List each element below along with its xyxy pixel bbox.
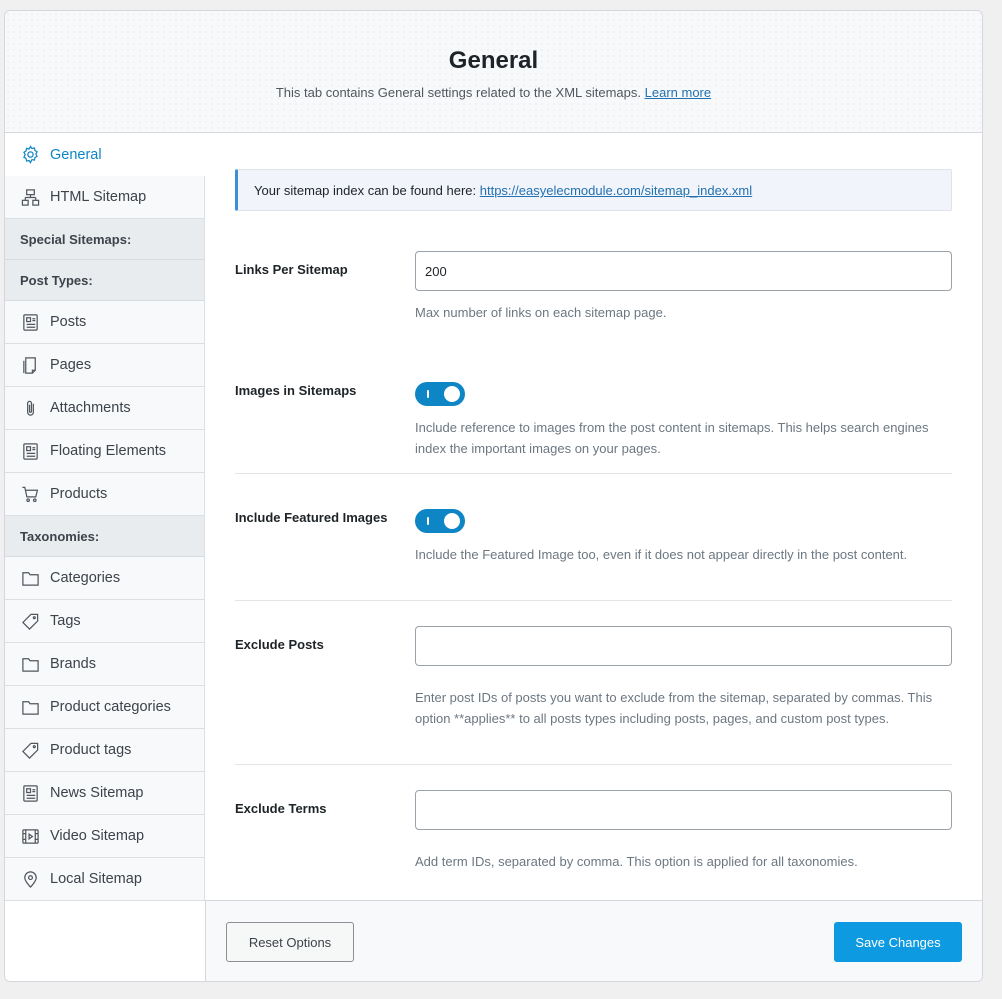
toggle-on-bar xyxy=(427,517,429,525)
tag-icon xyxy=(20,740,40,760)
page-icon xyxy=(20,355,40,375)
sidebar-item-html-sitemap[interactable]: HTML Sitemap xyxy=(5,176,205,219)
notice-text: Your sitemap index can be found here: xyxy=(254,183,477,198)
sidebar-item-product-tags[interactable]: Product tags xyxy=(5,729,205,772)
sidebar-item-general[interactable]: General xyxy=(5,133,205,176)
sidebar-item-label: Product tags xyxy=(50,742,132,758)
sitemap-icon xyxy=(20,187,40,207)
sidebar-item-floating-elements[interactable]: Floating Elements xyxy=(5,430,205,473)
divider xyxy=(235,764,952,765)
page-header: General This tab contains General settin… xyxy=(5,11,982,133)
sidebar-item-attachments[interactable]: Attachments xyxy=(5,387,205,430)
sidebar-item-label: General xyxy=(50,146,102,163)
toggle-on-bar xyxy=(427,390,429,398)
page-subtitle: This tab contains General settings relat… xyxy=(5,85,982,100)
images-in-sitemaps-toggle[interactable] xyxy=(415,382,465,406)
links-per-sitemap-desc: Max number of links on each sitemap page… xyxy=(415,305,667,320)
sidebar-item-pages[interactable]: Pages xyxy=(5,344,205,387)
exclude-posts-input[interactable] xyxy=(415,626,952,666)
sidebar-heading-taxonomies: Taxonomies: xyxy=(5,516,205,557)
map-pin-icon xyxy=(20,869,40,889)
images-in-sitemaps-desc: Include reference to images from the pos… xyxy=(415,420,929,456)
include-featured-images-label: Include Featured Images xyxy=(235,510,388,525)
links-per-sitemap-label: Links Per Sitemap xyxy=(235,262,348,277)
document-icon xyxy=(20,312,40,332)
sidebar-item-local-sitemap[interactable]: Local Sitemap xyxy=(5,858,205,901)
learn-more-link[interactable]: Learn more xyxy=(645,85,711,100)
sidebar-item-products[interactable]: Products xyxy=(5,473,205,516)
exclude-terms-label: Exclude Terms xyxy=(235,801,327,816)
sidebar-item-label: Tags xyxy=(50,613,81,629)
sitemap-index-notice: Your sitemap index can be found here: ht… xyxy=(235,169,952,211)
sidebar-item-tags[interactable]: Tags xyxy=(5,600,205,643)
exclude-terms-input[interactable] xyxy=(415,790,952,830)
sidebar-item-label: Attachments xyxy=(50,400,131,416)
toggle-knob xyxy=(444,386,460,402)
sidebar-item-categories[interactable]: Categories xyxy=(5,557,205,600)
settings-panel: General This tab contains General settin… xyxy=(4,10,983,982)
links-per-sitemap-input[interactable]: 200 xyxy=(415,251,952,291)
sidebar-heading-special-sitemaps: Special Sitemaps: xyxy=(5,219,205,260)
sidebar-item-brands[interactable]: Brands xyxy=(5,643,205,686)
sidebar-item-label: Local Sitemap xyxy=(50,871,142,887)
sidebar-item-posts[interactable]: Posts xyxy=(5,301,205,344)
folder-icon xyxy=(20,654,40,674)
video-icon xyxy=(20,826,40,846)
sidebar-heading-post-types: Post Types: xyxy=(5,260,205,301)
images-in-sitemaps-label: Images in Sitemaps xyxy=(235,383,357,398)
divider xyxy=(235,473,952,474)
document-icon xyxy=(20,441,40,461)
gear-icon xyxy=(20,145,40,165)
sidebar-item-news-sitemap[interactable]: News Sitemap xyxy=(5,772,205,815)
sitemap-index-link[interactable]: https://easyelecmodule.com/sitemap_index… xyxy=(480,183,752,198)
divider xyxy=(235,600,952,601)
sidebar-nav: General HTML Sitemap Special Sitemaps: P… xyxy=(5,133,205,901)
sidebar-item-label: Products xyxy=(50,486,108,502)
sidebar-item-product-categories[interactable]: Product categories xyxy=(5,686,205,729)
page-subtitle-text: This tab contains General settings relat… xyxy=(275,85,642,100)
toggle-knob xyxy=(444,513,460,529)
sidebar-item-label: Brands xyxy=(50,656,96,672)
sidebar-item-label: Posts xyxy=(50,314,87,330)
sidebar-item-label: Floating Elements xyxy=(50,443,167,459)
include-featured-images-desc: Include the Featured Image too, even if … xyxy=(415,547,908,562)
page-title: General xyxy=(448,47,539,74)
sidebar-item-label: HTML Sitemap xyxy=(50,189,147,205)
news-icon xyxy=(20,783,40,803)
sidebar-item-label: Categories xyxy=(50,570,121,586)
exclude-posts-desc: Enter post IDs of posts you want to excl… xyxy=(415,690,933,726)
sidebar-item-label: Pages xyxy=(50,357,92,373)
tag-icon xyxy=(20,611,40,631)
folder-icon xyxy=(20,568,40,588)
include-featured-images-toggle[interactable] xyxy=(415,509,465,533)
paperclip-icon xyxy=(20,398,40,418)
exclude-terms-desc: Add term IDs, separated by comma. This o… xyxy=(415,854,858,869)
sidebar-item-label: News Sitemap xyxy=(50,785,144,801)
sidebar-item-label: Video Sitemap xyxy=(50,828,145,844)
form-footer: Reset Options Save Changes xyxy=(205,900,982,981)
folder-icon xyxy=(20,697,40,717)
sidebar-item-video-sitemap[interactable]: Video Sitemap xyxy=(5,815,205,858)
cart-icon xyxy=(20,484,40,504)
save-changes-button[interactable]: Save Changes xyxy=(834,922,962,962)
reset-options-button[interactable]: Reset Options xyxy=(226,922,354,962)
exclude-posts-label: Exclude Posts xyxy=(235,637,324,652)
sidebar-item-label: Product categories xyxy=(50,699,171,715)
